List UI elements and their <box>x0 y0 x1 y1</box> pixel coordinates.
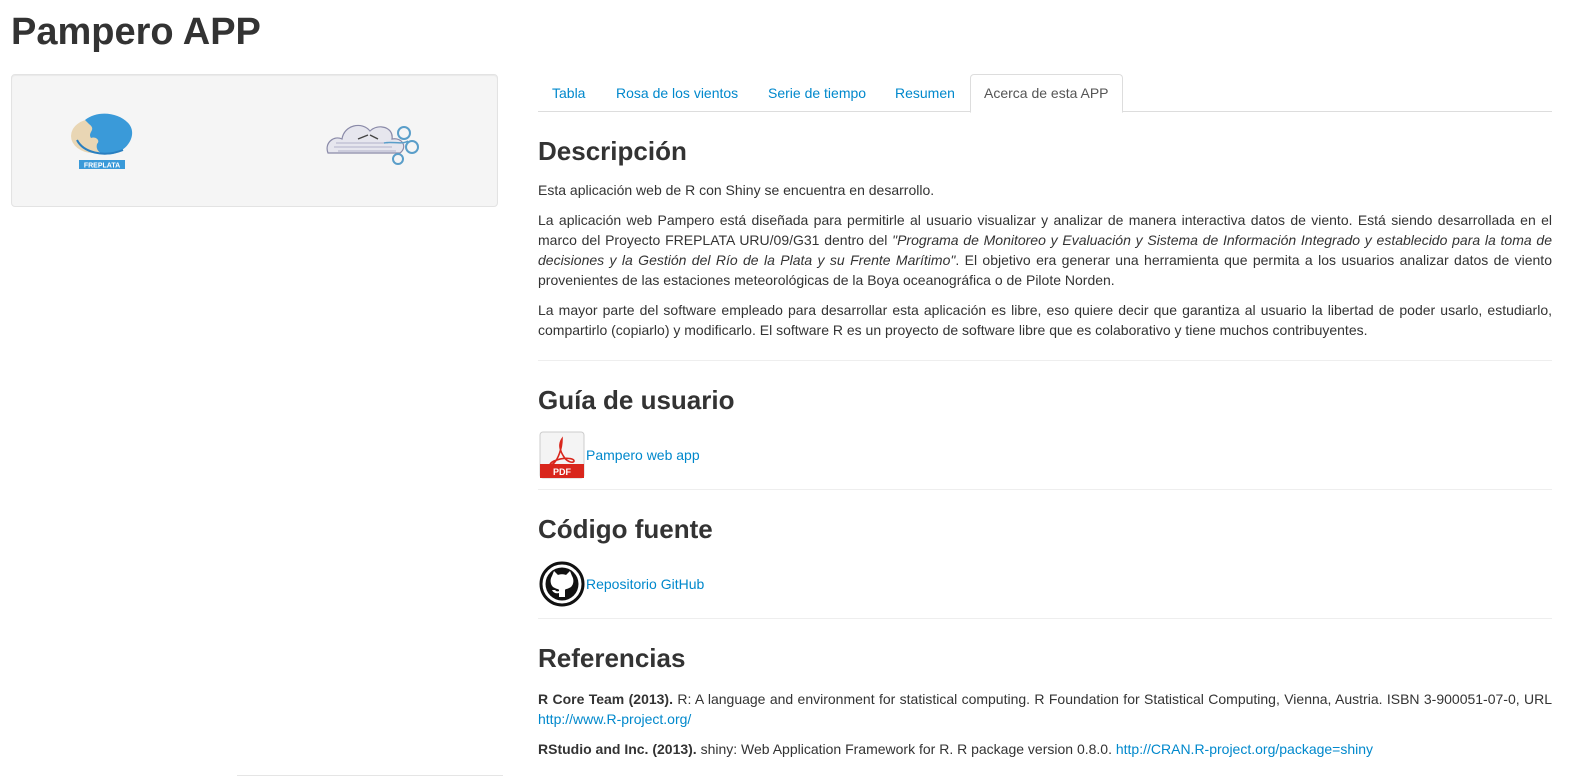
tab-bar: Tabla Rosa de los vientos Serie de tiemp… <box>538 74 1552 113</box>
sidebar-divider <box>237 775 503 776</box>
tab-serie-de-tiempo[interactable]: Serie de tiempo <box>754 74 880 112</box>
reference-author: R Core Team (2013). <box>538 691 673 707</box>
tab-resumen[interactable]: Resumen <box>881 74 969 112</box>
referencias-title: Referencias <box>538 643 686 673</box>
app-title: Pampero APP <box>11 11 261 53</box>
tab-tabla[interactable]: Tabla <box>538 74 599 112</box>
section-divider <box>538 489 1552 490</box>
descripcion-paragraph-1: Esta aplicación web de R con Shiny se en… <box>538 182 935 198</box>
descripcion-paragraph-2: La aplicación web Pampero está diseñada … <box>538 210 1552 290</box>
reference-text: shiny: Web Application Framework for R. … <box>696 741 1116 757</box>
guia-title: Guía de usuario <box>538 385 735 415</box>
pdf-icon[interactable]: PDF <box>538 431 586 479</box>
section-divider <box>538 360 1552 361</box>
pdf-icon-text: PDF <box>553 467 572 477</box>
repositorio-github-link[interactable]: Repositorio GitHub <box>586 576 704 592</box>
pampero-logo <box>326 124 419 165</box>
tab-acerca-de-esta-app[interactable]: Acerca de esta APP <box>970 74 1123 113</box>
guia-link-row: PDF Pampero web app <box>538 431 1552 479</box>
section-divider <box>538 618 1552 619</box>
reference-item: R Core Team (2013). R: A language and en… <box>538 689 1552 729</box>
github-icon[interactable] <box>538 560 586 608</box>
codigo-link-row: Repositorio GitHub <box>538 560 1552 608</box>
codigo-title: Código fuente <box>538 514 713 544</box>
sidebar-panel: FREPLATA <box>11 74 498 207</box>
r-project-link[interactable]: http://www.R-project.org/ <box>538 711 691 727</box>
tab-rosa-de-los-vientos[interactable]: Rosa de los vientos <box>602 74 752 112</box>
freplata-logo: FREPLATA <box>71 113 133 170</box>
pampero-web-app-link[interactable]: Pampero web app <box>586 447 700 463</box>
tab-content: Descripción Esta aplicación web de R con… <box>538 124 1552 759</box>
descripcion-paragraph-3: La mayor parte del software empleado par… <box>538 302 1552 338</box>
reference-author: RStudio and Inc. (2013). <box>538 741 697 757</box>
reference-text: R: A language and environment for statis… <box>672 691 1552 707</box>
cran-shiny-link[interactable]: http://CRAN.R-project.org/package=shiny <box>1116 741 1373 757</box>
freplata-logo-text: FREPLATA <box>84 163 120 170</box>
descripcion-title: Descripción <box>538 136 687 166</box>
reference-item: RStudio and Inc. (2013). shiny: Web Appl… <box>538 739 1552 759</box>
